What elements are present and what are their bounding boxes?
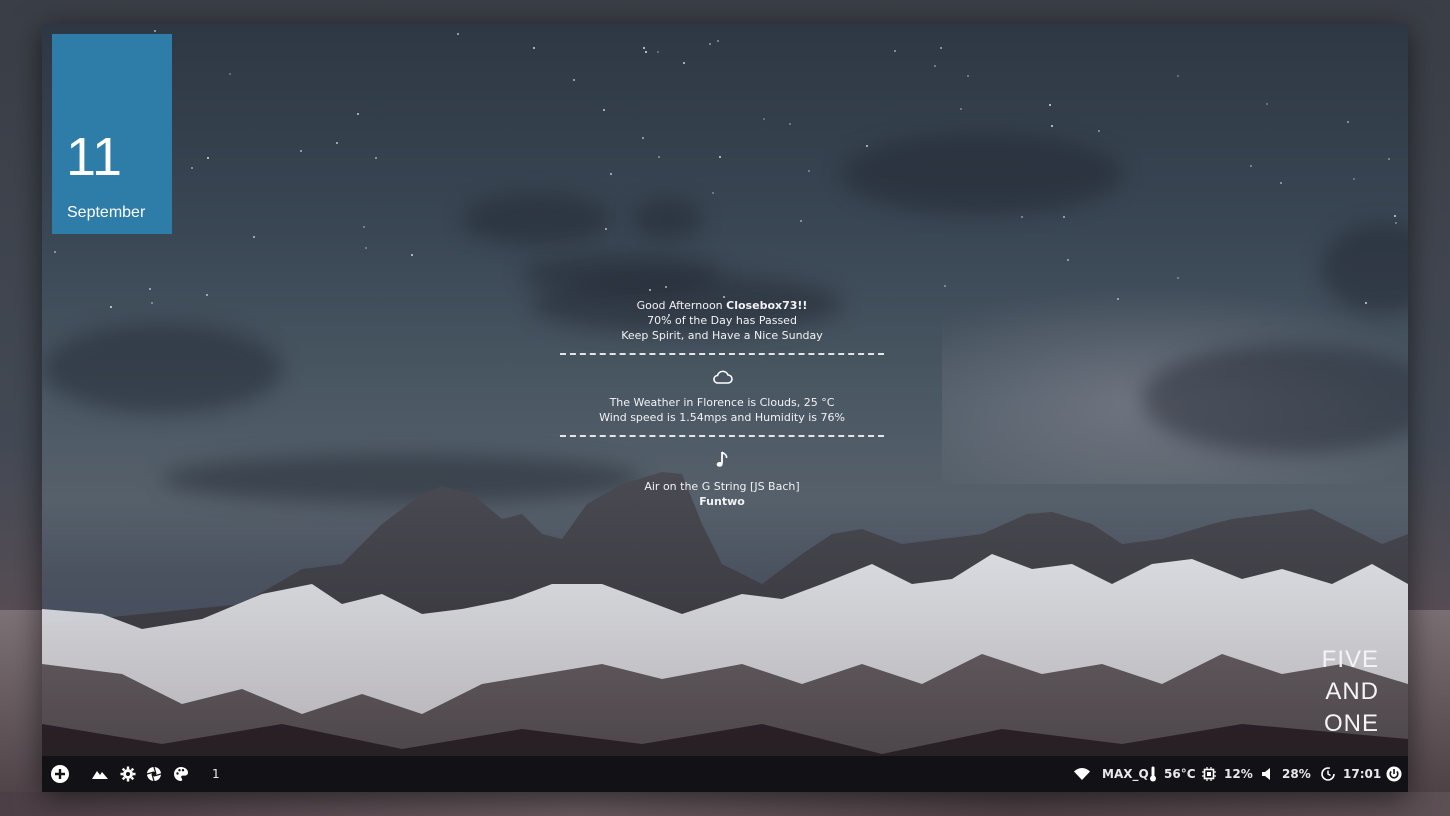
corner-text: FIVE AND ONE: [1322, 644, 1379, 740]
backdrop-left: [0, 610, 42, 816]
divider: [560, 353, 884, 355]
date-tile: 11 September: [52, 34, 172, 234]
mountain-icon: [92, 771, 108, 779]
cpu-status[interactable]: 12%: [1202, 756, 1253, 792]
network-label: MAX_Q: [1102, 767, 1149, 781]
divider: [560, 435, 884, 437]
palette-icon: [174, 767, 188, 781]
greeting-line: Good Afternoon Closebox73!!: [560, 298, 884, 313]
cpu-label: 12%: [1224, 767, 1253, 781]
date-day: 11: [66, 127, 123, 187]
taskbar: 1 MAX_Q 56°C 12% 28% 17:01: [42, 756, 1408, 792]
temperature-label: 56°C: [1164, 767, 1196, 781]
corner-text-line: ONE: [1323, 710, 1379, 737]
aperture-icon: [146, 766, 162, 782]
motto: Keep Spirit, and Have a Nice Sunday: [621, 329, 823, 342]
aperture-button[interactable]: [146, 756, 162, 792]
greeting-user: Closebox73!!: [726, 299, 808, 312]
clock-icon: [1321, 767, 1335, 781]
launcher-button[interactable]: [50, 756, 70, 792]
date-month: September: [67, 204, 146, 221]
power-button[interactable]: [1386, 756, 1402, 792]
temperature-status[interactable]: 56°C: [1148, 756, 1196, 792]
time-label: 17:01: [1343, 767, 1382, 781]
workspace-number: 1: [212, 767, 220, 781]
wifi-status[interactable]: [1074, 756, 1090, 792]
volume-status[interactable]: 28%: [1262, 756, 1311, 792]
info-widget: Good Afternoon Closebox73!! 70% of the D…: [560, 298, 884, 509]
plus-circle-icon: [51, 765, 69, 783]
power-icon: [1386, 766, 1402, 782]
weather-line-1: The Weather in Florence is Clouds, 25 °C: [609, 396, 835, 409]
cpu-icon: [1202, 767, 1216, 781]
music-artist: Funtwo: [560, 494, 884, 509]
settings-button[interactable]: [120, 756, 136, 792]
weather-line-2: Wind speed is 1.54mps and Humidity is 76…: [599, 411, 845, 424]
wifi-icon: [1074, 768, 1090, 780]
corner-text-line: AND: [1325, 678, 1379, 705]
music-artist-name: Funtwo: [699, 495, 745, 508]
day-progress: 70% of the Day has Passed: [647, 314, 797, 327]
music-track: Air on the G String [JS Bach]: [644, 480, 800, 493]
desktop-screen: 11 September Good Afternoon Closebox73!!…: [42, 24, 1408, 792]
cloud-icon: [713, 370, 733, 384]
mountain-button[interactable]: [92, 756, 108, 792]
backdrop-bottom: [0, 792, 1450, 816]
workspace-indicator[interactable]: 1: [212, 756, 220, 792]
speaker-icon: [1262, 768, 1270, 780]
corner-text-line: FIVE: [1321, 646, 1379, 673]
music-note-icon: [716, 451, 728, 467]
clock-status[interactable]: 17:01: [1321, 756, 1381, 792]
greeting-prefix: Good Afternoon: [636, 299, 723, 312]
thermometer-icon: [1150, 766, 1156, 782]
backdrop-right: [1408, 610, 1450, 816]
network-name: MAX_Q: [1102, 756, 1149, 792]
gear-icon: [120, 766, 136, 782]
palette-button[interactable]: [173, 756, 189, 792]
volume-label: 28%: [1282, 767, 1311, 781]
